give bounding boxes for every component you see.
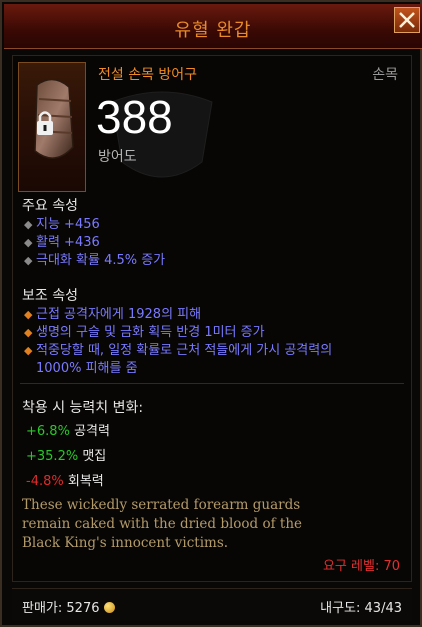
- durability: 내구도: 43/43: [320, 601, 402, 616]
- secondary-prop: ◆ 생명의 구슬 및 금화 획득 반경 1미터 증가: [24, 325, 265, 340]
- item-tooltip: 유혈 완갑 전설 손목 방어구 손목 388 방어도 주요 속성 ◆ 지능 +4…: [0, 0, 422, 627]
- diamond-bullet-icon: ◆: [24, 344, 33, 357]
- bracers-lock-icon: [34, 78, 74, 159]
- item-slot: 손목: [372, 67, 398, 83]
- level-requirement: 요구 레벨: 70: [322, 559, 400, 574]
- stat-change: +6.8% 공격력: [26, 424, 110, 439]
- primary-prop: ◆ 극대화 확률 4.5% 증가: [24, 253, 166, 268]
- divider: [20, 383, 404, 384]
- tooltip-header: 유혈 완갑: [4, 4, 422, 49]
- close-button[interactable]: [394, 7, 420, 33]
- diamond-bullet-icon: ◆: [24, 236, 33, 249]
- diamond-bullet-icon: ◆: [24, 326, 33, 339]
- flavor-text: These wickedly serrated forearm guards r…: [22, 497, 302, 551]
- primary-heading: 주요 속성: [22, 198, 78, 214]
- stat-change: -4.8% 회복력: [26, 474, 104, 489]
- secondary-heading: 보조 속성: [22, 288, 78, 304]
- close-icon: [399, 12, 415, 28]
- item-title: 유혈 완갑: [174, 20, 252, 41]
- diamond-bullet-icon: ◆: [24, 254, 33, 267]
- primary-prop: ◆ 지능 +456: [24, 217, 100, 232]
- diamond-bullet-icon: ◆: [24, 218, 33, 231]
- sell-price: 판매가: 5276: [22, 597, 115, 616]
- item-icon-frame: [18, 62, 86, 192]
- diamond-bullet-icon: ◆: [24, 308, 33, 321]
- secondary-prop-cont: 1000% 피해를 줌: [36, 361, 138, 376]
- stat-change: +35.2% 맷집: [26, 449, 107, 464]
- gold-coin-icon: [103, 602, 115, 613]
- primary-prop: ◆ 활력 +436: [24, 235, 100, 250]
- armor-label: 방어도: [98, 149, 137, 165]
- changes-heading: 착용 시 능력치 변화:: [22, 400, 144, 416]
- item-type: 전설 손목 방어구: [98, 67, 198, 83]
- tooltip-footer: 판매가: 5276 내구도: 43/43: [12, 588, 412, 621]
- armor-value: 388: [96, 91, 173, 143]
- secondary-prop: ◆ 근접 공격자에게 1928의 피해: [24, 307, 202, 322]
- secondary-prop: ◆ 적중당할 때, 일정 확률로 근처 적들에게 가시 공격력의: [24, 343, 333, 358]
